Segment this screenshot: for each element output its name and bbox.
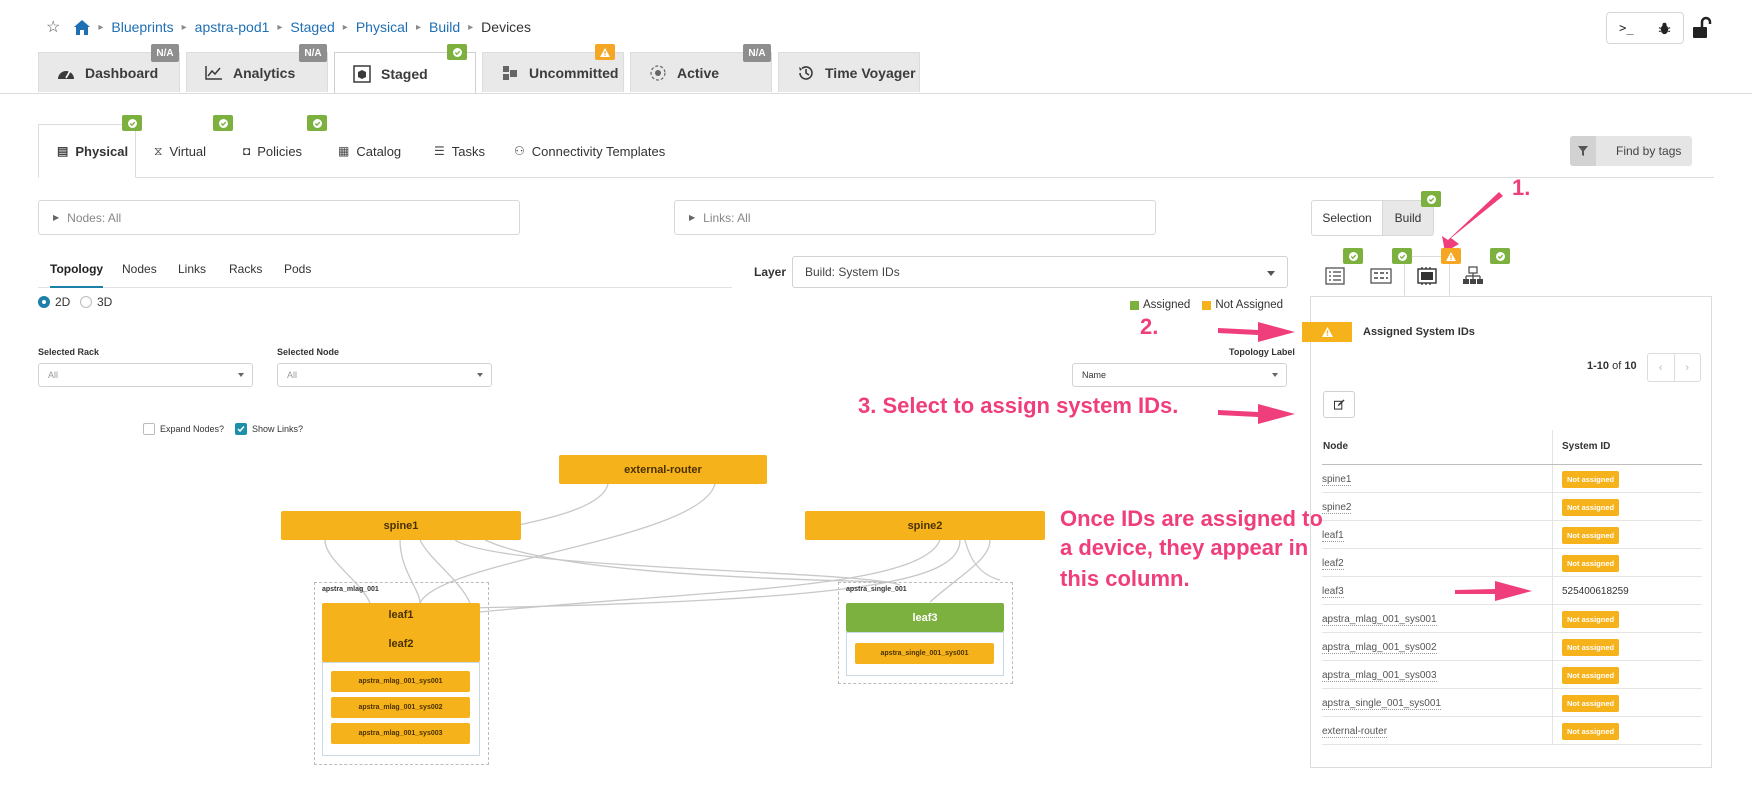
row-node[interactable]: leaf2 (1322, 558, 1344, 570)
switch-icon (1370, 268, 1392, 284)
table-row: external-router Not assigned (1322, 717, 1702, 745)
sitemap-icon (1463, 266, 1483, 284)
not-assigned-badge: Not assigned (1562, 611, 1620, 628)
pagination-info: 1-10 of 10 (1587, 360, 1637, 372)
not-assigned-badge: Not assigned (1562, 695, 1620, 712)
pagination-of: of (1612, 360, 1622, 372)
row-node[interactable]: leaf3 (1322, 586, 1344, 598)
table-row: leaf1 Not assigned (1322, 521, 1702, 549)
check-badge-icon (1343, 248, 1363, 264)
row-node[interactable]: apstra_mlag_001_sys002 (1322, 642, 1437, 654)
not-assigned-badge: Not assigned (1562, 555, 1620, 572)
table-row: leaf3 525400618259 (1322, 577, 1702, 605)
pagination-controls: ‹ › (1647, 353, 1701, 382)
pagination-range: 1-10 (1587, 360, 1610, 372)
table-row: spine2 Not assigned (1322, 493, 1702, 521)
table-row: apstra_mlag_001_sys002 Not assigned (1322, 633, 1702, 661)
row-node[interactable]: spine1 (1322, 474, 1352, 486)
table-row: apstra_mlag_001_sys003 Not assigned (1322, 661, 1702, 689)
chip-icon (1417, 267, 1437, 285)
row-node[interactable]: apstra_mlag_001_sys001 (1322, 614, 1437, 626)
chevron-right-icon[interactable]: › (1675, 354, 1701, 381)
check-badge-icon (1490, 248, 1510, 264)
edit-system-ids-button[interactable] (1323, 391, 1355, 418)
not-assigned-badge: Not assigned (1562, 667, 1620, 684)
list-icon (1325, 267, 1345, 285)
not-assigned-badge: Not assigned (1562, 471, 1620, 488)
system-id-value: 525400618259 (1562, 586, 1629, 597)
table-row: leaf2 Not assigned (1322, 549, 1702, 577)
check-badge-icon (1392, 248, 1412, 264)
row-node[interactable]: apstra_single_001_sys001 (1322, 698, 1441, 710)
not-assigned-badge: Not assigned (1562, 527, 1620, 544)
not-assigned-badge: Not assigned (1562, 499, 1620, 516)
table-row: spine1 Not assigned (1322, 465, 1702, 493)
build-panel-icon-bar (1312, 256, 1512, 296)
table-row: apstra_single_001_sys001 Not assigned (1322, 689, 1702, 717)
row-node[interactable]: apstra_mlag_001_sys003 (1322, 670, 1437, 682)
not-assigned-badge: Not assigned (1562, 639, 1620, 656)
edit-icon (1333, 399, 1345, 410)
table-row: apstra_mlag_001_sys001 Not assigned (1322, 605, 1702, 633)
not-assigned-badge: Not assigned (1562, 723, 1620, 740)
row-node[interactable]: leaf1 (1322, 530, 1344, 542)
row-node[interactable]: spine2 (1322, 502, 1352, 514)
pagination-total: 10 (1624, 360, 1637, 372)
panel-title: Assigned System IDs (1363, 326, 1475, 338)
column-divider (1552, 430, 1553, 464)
column-node[interactable]: Node (1323, 441, 1348, 452)
column-system-id[interactable]: System ID (1562, 441, 1610, 452)
row-node[interactable]: external-router (1322, 726, 1388, 738)
warning-flag-icon (1302, 322, 1352, 342)
chevron-left-icon[interactable]: ‹ (1648, 354, 1675, 381)
warning-badge-icon (1441, 248, 1461, 264)
